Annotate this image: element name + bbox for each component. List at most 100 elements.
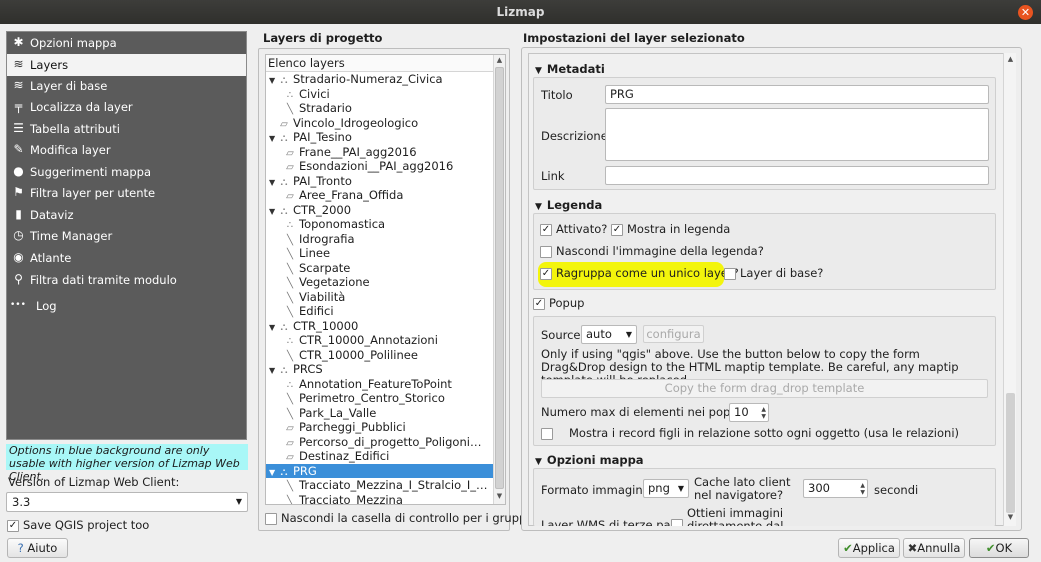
settings-scrollbar[interactable]: ▲ ▼ [1003, 53, 1016, 526]
legend-group-header[interactable]: ▼ Legenda [535, 198, 602, 212]
scroll-down-icon[interactable]: ▼ [1005, 513, 1016, 521]
spin-down-icon[interactable]: ▼ [860, 489, 865, 496]
sidebar-item-filtra-layer-per-utente[interactable]: ⚑ Filtra layer per utente [7, 182, 246, 204]
save-project-checkbox[interactable]: ✓ Save QGIS project too [7, 518, 149, 532]
tree-row[interactable]: ╲ Linee [266, 246, 494, 261]
cancel-button[interactable]: ✖Annulla [903, 538, 965, 558]
close-window-button[interactable]: ✕ [1018, 5, 1033, 20]
settings-panel-title: Impostazioni del layer selezionato [523, 31, 745, 45]
tree-row[interactable]: ▱ Parcheggi_Pubblici [266, 420, 494, 435]
tree-row[interactable]: ∴ Civici [266, 87, 494, 102]
base-layer-checkbox[interactable]: Layer di base? [724, 266, 823, 280]
direct-image-checkbox[interactable] [671, 517, 687, 526]
ok-button[interactable]: ✔OK [969, 538, 1029, 558]
sidebar-item-log[interactable]: ••• Log [7, 295, 246, 317]
tree-row[interactable]: ╲ Stradario [266, 101, 494, 116]
sidebar-item-localizza-da-layer[interactable]: ╤ Localizza da layer [7, 96, 246, 118]
tree-row[interactable]: ▱ Percorso_di_progetto_Poligoni… [266, 435, 494, 450]
image-format-select[interactable]: png ▼ [643, 479, 689, 498]
copy-template-button[interactable]: Copy the form drag_drop template [541, 379, 988, 398]
layers-tree[interactable]: Elenco layers ▼ ⛬ Stradario-Numeraz_Civica… [265, 54, 506, 505]
tree-row[interactable]: ▼ ⛬ CTR_2000 [266, 203, 494, 218]
cache-spinbox[interactable]: 300 ▲ ▼ [803, 479, 868, 498]
checkbox-unchecked-icon [671, 518, 683, 526]
ok-label: OK [995, 541, 1013, 555]
configure-button[interactable]: configura [643, 325, 704, 343]
title-input[interactable]: PRG [605, 85, 989, 104]
tree-row[interactable]: ▼ ⛬ PRCS [266, 362, 494, 377]
tree-row-label: Frane__PAI_agg2016 [299, 144, 417, 159]
tree-row[interactable]: ∴ Toponomastica [266, 217, 494, 232]
tree-row[interactable]: ╲ Tracciato_Mezzina [266, 493, 494, 505]
scroll-up-icon[interactable]: ▲ [494, 56, 505, 64]
tree-row[interactable]: ▼ ⛬ PAI_Tesino [266, 130, 494, 145]
sidebar-item-atlante[interactable]: ◉ Atlante [7, 247, 246, 269]
tree-row-label: Toponomastica [299, 217, 386, 231]
activated-checkbox[interactable]: ✓ Attivato? [540, 222, 607, 236]
cancel-label: Annulla [917, 541, 961, 555]
tree-row[interactable]: ▱ Destinaz_Edifici [266, 449, 494, 464]
hide-group-checkbox[interactable]: Nascondi la casella di controllo per i g… [265, 511, 530, 525]
scroll-down-icon[interactable]: ▼ [494, 492, 505, 500]
group-as-layer-label: Ragruppa come un unico layer? [556, 266, 739, 280]
tree-row[interactable]: ╲ CTR_10000_Polilinee [266, 348, 494, 363]
tree-row[interactable]: ╲ Perimetro_Centro_Storico [266, 391, 494, 406]
apply-button[interactable]: ✔Applica [838, 538, 900, 558]
map-options-heading: Opzioni mappa [546, 453, 644, 467]
hide-legend-image-checkbox[interactable]: Nascondi l'immagine della legenda? [540, 244, 764, 258]
link-input[interactable] [605, 166, 989, 185]
tree-row[interactable]: ╲ Tracciato_Mezzina_I_Stralcio_I_… [266, 478, 494, 493]
tree-row[interactable]: ╲ Viabilità [266, 290, 494, 305]
tree-row[interactable]: ▱ Aree_Frana_Offida [266, 188, 494, 203]
tree-row[interactable]: ╲ Idrografia [266, 232, 494, 247]
tree-row[interactable]: ▼ ⛬ PRG [266, 463, 494, 478]
spin-up-icon[interactable]: ▲ [860, 482, 865, 489]
tree-scroll-thumb[interactable] [495, 67, 504, 489]
sidebar-item-dataviz[interactable]: ▮ Dataviz [7, 204, 246, 226]
sidebar-item-layers[interactable]: ≋ Layers [7, 54, 246, 76]
tree-row[interactable]: ╲ Vegetazione [266, 275, 494, 290]
sidebar-item-label: Tabella attributi [30, 122, 120, 136]
tree-row[interactable]: ╲ Park_La_Valle [266, 406, 494, 421]
sidebar-item-tabella-attributi[interactable]: ☰ Tabella attributi [7, 118, 246, 140]
sidebar-item-layer-di-base[interactable]: ≋ Layer di base [7, 75, 246, 97]
popup-checkbox[interactable]: ✓ Popup [533, 296, 584, 310]
sidebar-item-suggerimenti-mappa[interactable]: ● Suggerimenti mappa [7, 161, 246, 183]
spin-down-icon[interactable]: ▼ [761, 413, 766, 420]
tree-scrollbar[interactable]: ▲ ▼ [493, 55, 505, 504]
sidebar-item-filtra-dati-tramite-modulo[interactable]: ⚲ Filtra dati tramite modulo [7, 269, 246, 291]
tree-row[interactable]: ▱ Frane__PAI_agg2016 [266, 145, 494, 160]
description-textarea[interactable] [605, 108, 989, 161]
collapse-triangle-icon: ▼ [535, 202, 542, 212]
sidebar-item-modifica-layer[interactable]: ✎ Modifica layer [7, 139, 246, 161]
show-children-checkbox[interactable]: Mostra i record figli in relazione sotto… [541, 426, 959, 440]
tree-row[interactable]: ∴ Annotation_FeatureToPoint [266, 377, 494, 392]
group-as-layer-checkbox[interactable]: ✓ Ragruppa come un unico layer? [540, 266, 739, 280]
nav-icon: ◉ [13, 250, 24, 264]
tree-row[interactable]: ▱ Esondazioni__PAI_agg2016 [266, 159, 494, 174]
help-button[interactable]: ? Aiuto [7, 538, 68, 558]
settings-scroll-thumb[interactable] [1006, 393, 1015, 513]
tree-row[interactable]: ▱ Vincolo_Idrogeologico [266, 116, 494, 131]
tree-row[interactable]: ╲ Scarpate [266, 261, 494, 276]
metadata-group-header[interactable]: ▼ Metadati [535, 62, 605, 76]
scroll-up-icon[interactable]: ▲ [1005, 55, 1016, 63]
spin-up-icon[interactable]: ▲ [761, 406, 766, 413]
tree-row-label: Viabilità [299, 289, 346, 304]
tree-row[interactable]: ╲ Edifici [266, 304, 494, 319]
source-select[interactable]: auto ▼ [581, 325, 637, 344]
sidebar-item-time-manager[interactable]: ◷ Time Manager [7, 225, 246, 247]
checkbox-unchecked-icon [540, 245, 552, 258]
map-options-group-header[interactable]: ▼ Opzioni mappa [535, 453, 644, 467]
tree-row[interactable]: ▼ ⛬ PAI_Tronto [266, 174, 494, 189]
sidebar-item-opzioni-mappa[interactable]: ✱ Opzioni mappa [7, 32, 246, 54]
tree-row-label: CTR_2000 [293, 202, 352, 217]
tree-row[interactable]: ▼ ⛬ Stradario-Numeraz_Civica [266, 72, 494, 87]
tree-row[interactable]: ∴ CTR_10000_Annotazioni [266, 333, 494, 348]
tree-row-label: Stradario [299, 101, 352, 115]
version-select[interactable]: 3.3 ▼ [6, 492, 248, 512]
show-in-legend-checkbox[interactable]: ✓ Mostra in legenda [611, 222, 730, 236]
tree-row[interactable]: ▼ ⛬ CTR_10000 [266, 319, 494, 334]
nav-icon: ⚑ [13, 185, 24, 199]
max-items-spinbox[interactable]: 10 ▲ ▼ [729, 403, 769, 422]
